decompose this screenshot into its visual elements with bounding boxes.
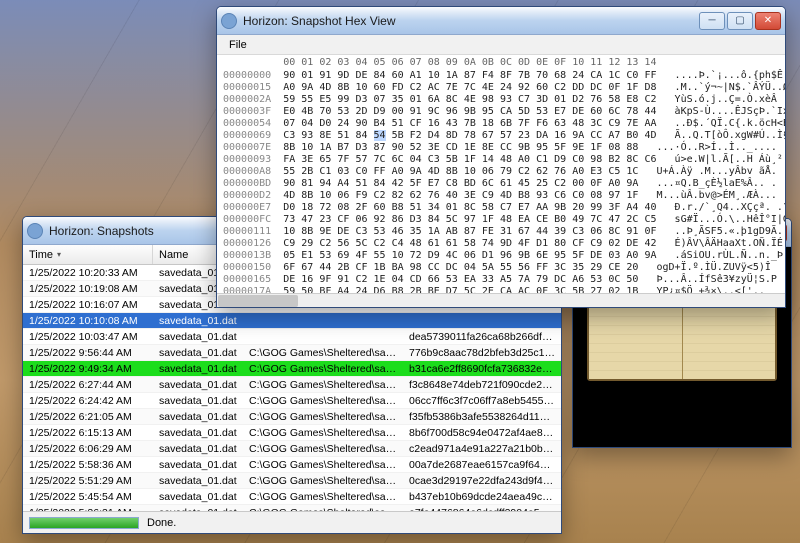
hex-row[interactable]: 00000126 C9 29 C2 56 5C C2 C4 48 61 61 5… <box>223 238 779 250</box>
hex-row[interactable]: 000000E7 D0 18 72 08 2F 60 B8 51 34 01 8… <box>223 202 779 214</box>
cell-time: 1/25/2022 6:27:44 AM <box>23 379 153 391</box>
hex-row[interactable]: 000000D2 4D 8B 10 06 F9 C2 82 62 76 40 3… <box>223 190 779 202</box>
cell-hash: f3c8648e74deb721f090cde2c0d1e4... <box>403 379 561 391</box>
table-row[interactable]: 1/25/2022 6:06:29 AMsavedata_01.datC:\GO… <box>23 441 561 457</box>
hex-row[interactable]: 000000A8 55 2B C1 03 C0 FF A0 9A 4D 8B 1… <box>223 166 779 178</box>
hex-row[interactable]: 0000017A 59 50 BF A4 24 D6 B8 2B BE D7 5… <box>223 286 779 293</box>
cell-name: savedata_01.dat <box>153 475 243 487</box>
cell-file: C:\GOG Games\Sheltered\saves\sa... <box>243 491 403 503</box>
hex-row[interactable]: 00000111 10 8B 9E DE C3 53 46 35 1A AB 8… <box>223 226 779 238</box>
snapshots-status-bar: Done. <box>23 511 561 533</box>
cell-hash: b437eb10b69dcde24aea49c63fef0c... <box>403 491 561 503</box>
table-row[interactable]: 1/25/2022 10:03:47 AMsavedata_01.dat dea5… <box>23 329 561 345</box>
table-row[interactable]: 1/25/2022 6:24:42 AMsavedata_01.datC:\GO… <box>23 393 561 409</box>
hex-column-header: 00 01 02 03 04 05 06 07 08 09 0A 0B 0C 0… <box>217 55 785 70</box>
cell-name: savedata_01.dat <box>153 315 243 327</box>
cell-time: 1/25/2022 10:03:47 AM <box>23 331 153 343</box>
cell-file: C:\GOG Games\Sheltered\saves\sa... <box>243 347 403 359</box>
hex-row[interactable]: 00000150 6F 67 44 2B CF 1B BA 98 CC DC 0… <box>223 262 779 274</box>
cell-file: C:\GOG Games\Sheltered\saves\sa... <box>243 379 403 391</box>
table-row[interactable]: 1/25/2022 9:49:34 AMsavedata_01.datC:\GO… <box>23 361 561 377</box>
cell-name: savedata_01.dat <box>153 347 243 359</box>
app-icon <box>221 13 237 29</box>
cell-hash: f35fb5386b3afe5538264d1192bb3c6 <box>403 411 561 423</box>
status-label: Done. <box>147 517 176 529</box>
progress-bar <box>29 517 139 529</box>
table-row[interactable]: 1/25/2022 6:27:44 AMsavedata_01.datC:\GO… <box>23 377 561 393</box>
cell-hash: 06cc7ff6c3f7c06ff7a8eb5455aba03 <box>403 395 561 407</box>
cell-time: 1/25/2022 6:15:13 AM <box>23 427 153 439</box>
cell-hash: 00a7de2687eae6157ca9f64055cfd24... <box>403 459 561 471</box>
cell-time: 1/25/2022 5:45:54 AM <box>23 491 153 503</box>
hex-view-window: Horizon: Snapshot Hex View ─ ▢ ✕ File 00… <box>216 6 786 308</box>
cell-name: savedata_01.dat <box>153 331 243 343</box>
cell-file: C:\GOG Games\Sheltered\saves\sa... <box>243 427 403 439</box>
table-row[interactable]: 1/25/2022 5:51:29 AMsavedata_01.datC:\GO… <box>23 473 561 489</box>
hex-menubar: File <box>217 35 785 55</box>
hex-row[interactable]: 000000FC 73 47 23 CF 06 92 86 D3 84 5C 9… <box>223 214 779 226</box>
cell-time: 1/25/2022 6:21:05 AM <box>23 411 153 423</box>
cell-time: 1/25/2022 6:24:42 AM <box>23 395 153 407</box>
table-row[interactable]: 1/25/2022 10:10:08 AMsavedata_01.dat <box>23 313 561 329</box>
hex-body[interactable]: 00 01 02 03 04 05 06 07 08 09 0A 0B 0C 0… <box>217 55 785 293</box>
table-row[interactable]: 1/25/2022 5:45:54 AMsavedata_01.datC:\GO… <box>23 489 561 505</box>
hex-row[interactable]: 00000165 DE 16 9F 91 C2 1E 04 CD 66 53 E… <box>223 274 779 286</box>
hex-row[interactable]: 0000002A 59 55 E5 99 D3 07 35 01 6A 8C 4… <box>223 94 779 106</box>
hex-row[interactable]: 00000015 A0 9A 4D 8B 10 60 FD C2 AC 7E 7… <box>223 82 779 94</box>
cell-time: 1/25/2022 10:10:08 AM <box>23 315 153 327</box>
cell-time: 1/25/2022 6:06:29 AM <box>23 443 153 455</box>
hex-row[interactable]: 0000013B 05 E1 53 69 4F 55 10 72 D9 4C 0… <box>223 250 779 262</box>
hex-row[interactable]: 00000069 C3 93 8E 51 84 54 5B F2 D4 8D 7… <box>223 130 779 142</box>
hex-row[interactable]: 00000054 07 04 D0 24 90 B4 51 CF 16 43 7… <box>223 118 779 130</box>
hex-scroll-thumb[interactable] <box>218 295 298 307</box>
cell-time: 1/25/2022 5:58:36 AM <box>23 459 153 471</box>
column-header-time[interactable]: Time ▾ <box>23 245 153 264</box>
sort-caret-icon: ▾ <box>57 250 61 259</box>
cell-file: C:\GOG Games\Sheltered\saves\sa... <box>243 443 403 455</box>
hex-row[interactable]: 0000003F E0 4B 70 53 2D D9 00 91 9C 96 9… <box>223 106 779 118</box>
cell-time: 1/25/2022 10:19:08 AM <box>23 283 153 295</box>
cell-name: savedata_01.dat <box>153 443 243 455</box>
hex-row[interactable]: 00000093 FA 3E 65 7F 57 7C 6C 04 C3 5B 1… <box>223 154 779 166</box>
cell-time: 1/25/2022 9:56:44 AM <box>23 347 153 359</box>
cell-name: savedata_01.dat <box>153 459 243 471</box>
cell-hash: 0cae3d29197e22dfa243d9f4e3b6f207 <box>403 475 561 487</box>
hex-titlebar[interactable]: Horizon: Snapshot Hex View ─ ▢ ✕ <box>217 7 785 35</box>
table-row[interactable]: 1/25/2022 6:15:13 AMsavedata_01.datC:\GO… <box>23 425 561 441</box>
cell-hash: c2ead971a4e91a227a21b0b185ba... <box>403 443 561 455</box>
hex-horizontal-scrollbar[interactable] <box>217 293 785 307</box>
table-row[interactable]: 1/25/2022 9:56:44 AMsavedata_01.datC:\GO… <box>23 345 561 361</box>
cell-hash: 8b6f700d58c94e0472af4ae857c092 <box>403 427 561 439</box>
cell-time: 1/25/2022 9:49:34 AM <box>23 363 153 375</box>
file-menu[interactable]: File <box>223 37 253 53</box>
cell-time: 1/25/2022 5:51:29 AM <box>23 475 153 487</box>
cell-file: C:\GOG Games\Sheltered\saves\sa... <box>243 475 403 487</box>
close-button[interactable]: ✕ <box>755 12 781 30</box>
cell-file: C:\GOG Games\Sheltered\saves\sa... <box>243 395 403 407</box>
cell-file: C:\GOG Games\Sheltered\saves\sa... <box>243 411 403 423</box>
hex-row[interactable]: 00000000 90 01 91 9D DE 84 60 A1 10 1A 8… <box>223 70 779 82</box>
cell-name: savedata_01.dat <box>153 395 243 407</box>
cell-file: C:\GOG Games\Sheltered\saves\sa... <box>243 459 403 471</box>
cell-name: savedata_01.dat <box>153 427 243 439</box>
table-row[interactable]: 1/25/2022 5:58:36 AMsavedata_01.datC:\GO… <box>23 457 561 473</box>
table-row[interactable]: 1/25/2022 6:21:05 AMsavedata_01.datC:\GO… <box>23 409 561 425</box>
maximize-button[interactable]: ▢ <box>727 12 753 30</box>
cell-time: 1/25/2022 10:16:07 AM <box>23 299 153 311</box>
hex-title: Horizon: Snapshot Hex View <box>243 14 699 28</box>
cell-hash: dea5739011fa26ca68b266dfa9dabc... <box>403 331 561 343</box>
hex-row[interactable]: 000000BD 90 81 94 A4 51 84 42 5F E7 C8 B… <box>223 178 779 190</box>
cell-file: C:\GOG Games\Sheltered\saves\sa... <box>243 363 403 375</box>
minimize-button[interactable]: ─ <box>699 12 725 30</box>
cell-name: savedata_01.dat <box>153 491 243 503</box>
cell-name: savedata_01.dat <box>153 363 243 375</box>
cell-hash: 776b9c8aac78d2bfeb3d25c14c2c6f... <box>403 347 561 359</box>
cell-name: savedata_01.dat <box>153 411 243 423</box>
cell-time: 1/25/2022 10:20:33 AM <box>23 267 153 279</box>
hex-content[interactable]: 00000000 90 01 91 9D DE 84 60 A1 10 1A 8… <box>217 70 785 293</box>
cell-name: savedata_01.dat <box>153 379 243 391</box>
hex-row[interactable]: 0000007E 8B 10 1A B7 D3 87 90 52 3E CD 1… <box>223 142 779 154</box>
app-icon <box>27 223 43 239</box>
cell-hash: b31ca6e2ff8690fcfa736832e2a2884 <box>403 363 561 375</box>
